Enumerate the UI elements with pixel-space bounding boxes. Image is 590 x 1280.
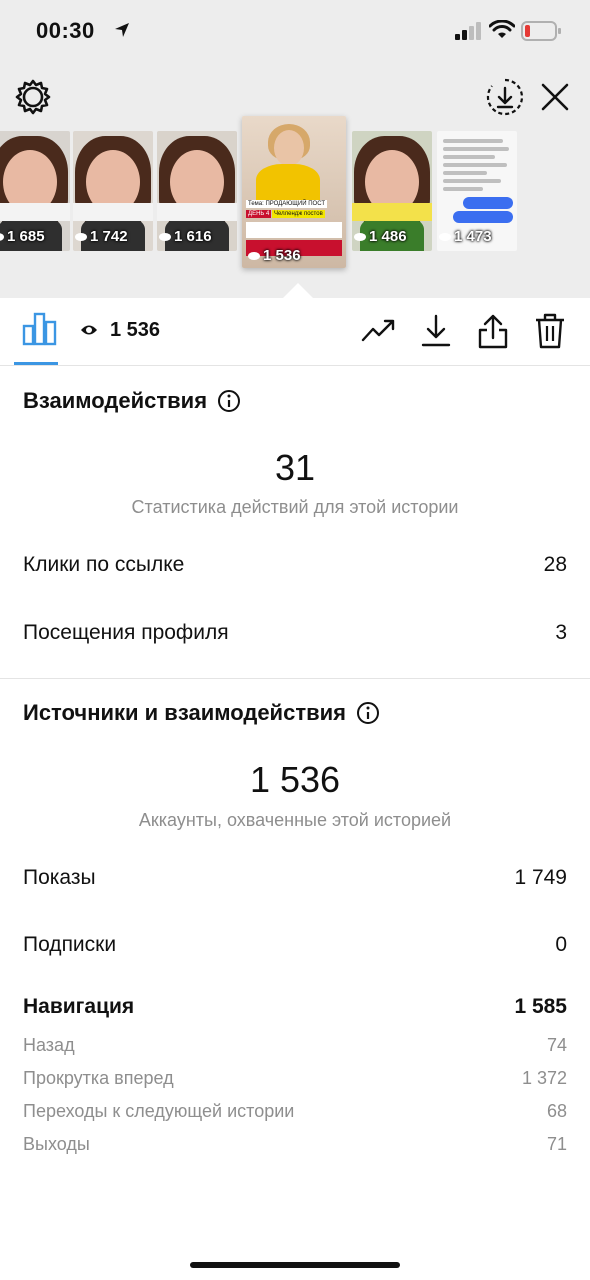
row-label: Прокрутка вперед [23, 1068, 174, 1088]
thumbnail-day-label: ДЕНЬ 4 [246, 210, 272, 218]
link-clicks-row: Клики по ссылке 28 [23, 553, 567, 577]
reach-subtitle: Аккаунты, охваченные этой историей [138, 810, 452, 830]
story-thumbnail-selected[interactable]: Тема: ПРОДАЮЩИЙ ПОСТ ДЕНЬ 4 Челлендж пос… [242, 116, 346, 268]
eye-icon [75, 232, 87, 241]
impressions-row: Показы 1 749 [23, 866, 567, 890]
status-time: 00:30 [36, 18, 95, 43]
top-area: 00:30 1 685 1 742 1 616 Тема: ПРОДАЮЩИЙ … [0, 0, 590, 298]
discovery-title: Источники и взаимодействия [23, 700, 380, 726]
story-thumbnail[interactable]: 1 486 [352, 131, 432, 251]
status-bar: 00:30 [0, 0, 590, 64]
signal-icon [455, 22, 481, 40]
thumbnail-views: 1 473 [439, 228, 492, 245]
download-icon[interactable] [420, 313, 452, 349]
interactions-subtitle: Статистика действий для этой истории [131, 497, 459, 517]
row-label: Назад [23, 1035, 75, 1055]
eye-icon [248, 251, 260, 260]
follows-row: Подписки 0 [23, 933, 567, 957]
row-label: Выходы [23, 1134, 90, 1154]
nav-back-row: Назад 74 [23, 1035, 567, 1056]
interactions-title: Взаимодействия [23, 388, 241, 414]
info-icon[interactable] [217, 389, 241, 413]
eye-icon [354, 232, 366, 241]
profile-visits-row: Посещения профиля 3 [23, 621, 567, 645]
reach-total: 1 536 [249, 759, 341, 800]
thumbnail-views: 1 685 [0, 228, 45, 245]
insights-toolbar: 1 536 [0, 298, 590, 366]
story-thumbnail[interactable]: 1 742 [73, 131, 153, 251]
thumbnail-topic-label: Тема: ПРОДАЮЩИЙ ПОСТ [246, 200, 328, 208]
eye-icon [81, 325, 97, 335]
gear-icon[interactable] [14, 78, 52, 116]
row-label: Клики по ссылке [23, 553, 185, 576]
nav-next-story-row: Переходы к следующей истории 68 [23, 1101, 567, 1122]
wifi-icon [489, 20, 515, 38]
thumbnail-views: 1 486 [354, 228, 407, 245]
interactions-total: 31 [274, 447, 316, 488]
story-thumbnail[interactable]: 1 473 [437, 131, 517, 251]
location-arrow-icon [115, 23, 129, 37]
row-value: 3 [555, 621, 567, 644]
close-icon[interactable] [540, 82, 570, 112]
navigation-row: Навигация 1 585 [23, 995, 567, 1019]
row-value: 71 [546, 1134, 567, 1154]
battery-icon [521, 21, 561, 41]
row-value: 1 372 [521, 1068, 567, 1088]
row-label: Навигация [23, 995, 135, 1018]
row-label: Подписки [23, 933, 117, 956]
thumbnail-views: 1 616 [159, 228, 212, 245]
row-label: Переходы к следующей истории [23, 1101, 295, 1121]
thumbnail-views: 1 536 [248, 247, 301, 264]
save-download-icon[interactable] [486, 78, 524, 116]
row-value: 0 [555, 933, 567, 956]
row-value: 1 749 [514, 866, 567, 889]
story-thumbnail[interactable]: 1 685 [0, 131, 70, 251]
row-label: Показы [23, 866, 96, 889]
row-value: 68 [546, 1101, 567, 1121]
row-value: 28 [543, 553, 567, 576]
trend-icon[interactable] [361, 316, 397, 344]
thumbnail-views: 1 742 [75, 228, 128, 245]
trash-icon[interactable] [533, 312, 567, 350]
row-label: Посещения профиля [23, 621, 229, 644]
home-indicator[interactable] [190, 1262, 400, 1268]
eye-icon [439, 232, 451, 241]
selected-caret [283, 283, 313, 298]
eye-icon [159, 232, 171, 241]
active-tab-indicator [14, 362, 58, 365]
row-value: 1 585 [514, 995, 567, 1018]
eye-icon [0, 232, 4, 241]
story-thumbnail[interactable]: 1 616 [157, 131, 237, 251]
thumbnail-tag-label: Челлендж постов [272, 210, 325, 218]
views-total: 1 536 [110, 319, 161, 341]
nav-forward-row: Прокрутка вперед 1 372 [23, 1068, 567, 1089]
bar-chart-icon[interactable] [22, 312, 58, 346]
share-icon[interactable] [477, 312, 509, 350]
section-divider [0, 678, 590, 679]
info-icon[interactable] [356, 701, 380, 725]
row-value: 74 [546, 1035, 567, 1055]
nav-exits-row: Выходы 71 [23, 1134, 567, 1155]
